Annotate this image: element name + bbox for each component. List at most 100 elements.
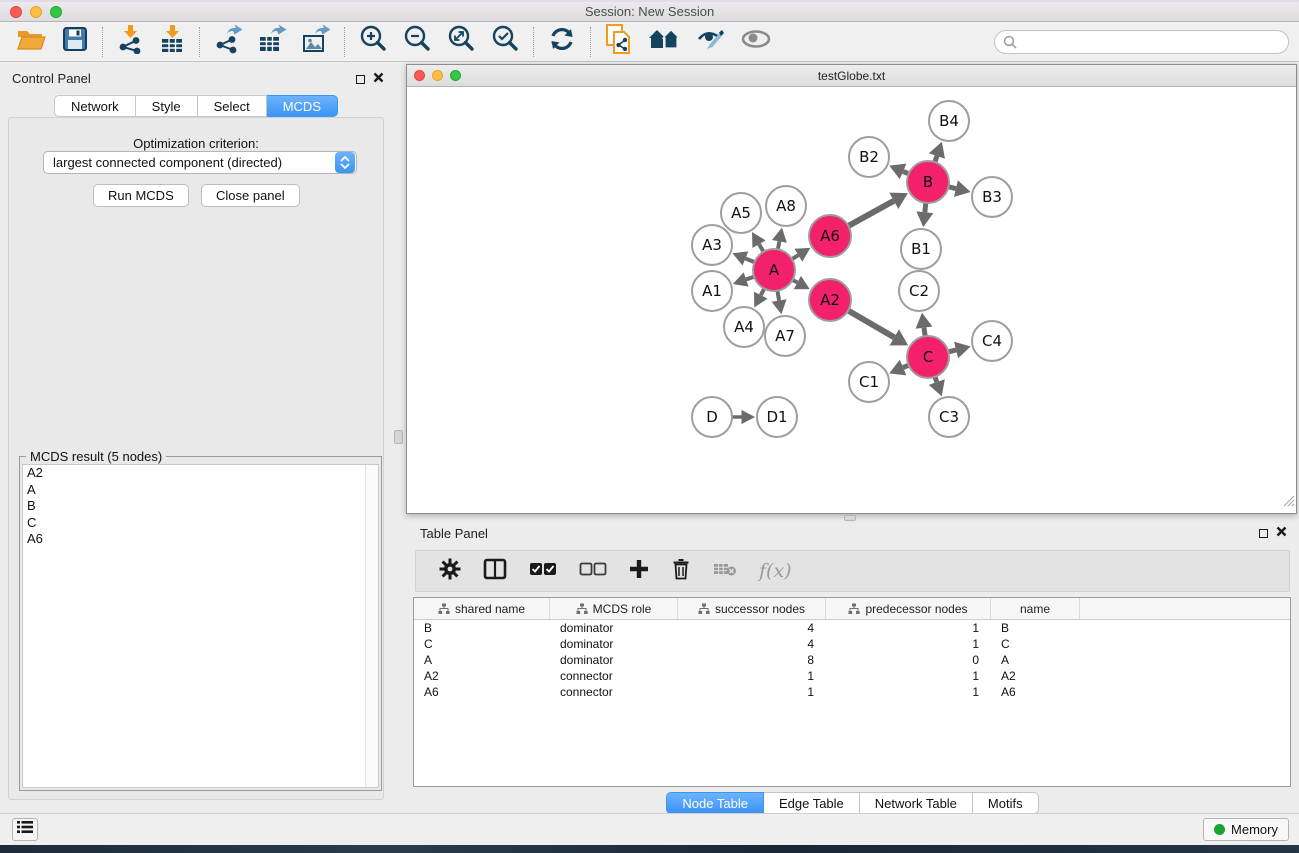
- tab-node-table[interactable]: Node Table: [666, 792, 764, 814]
- attribute-tree-icon: [438, 603, 450, 615]
- float-panel-icon[interactable]: [1259, 529, 1268, 538]
- search-field[interactable]: [994, 30, 1289, 54]
- import-table-icon: [158, 24, 186, 59]
- memory-label: Memory: [1231, 822, 1278, 837]
- column-header-shared-name[interactable]: shared name: [414, 598, 550, 619]
- first-neighbors-button[interactable]: [641, 25, 689, 59]
- table-row[interactable]: Adominator80A: [414, 652, 1290, 668]
- tab-style[interactable]: Style: [136, 95, 198, 117]
- column-header-predecessor-nodes[interactable]: predecessor nodes: [826, 598, 991, 619]
- select-all-columns-button[interactable]: [518, 554, 568, 588]
- panel-splitter-horizontal[interactable]: [406, 514, 1299, 522]
- zoom-selected-icon: [490, 24, 520, 59]
- apply-layout-button[interactable]: [540, 25, 584, 59]
- result-item[interactable]: A2: [23, 465, 378, 482]
- tab-motifs[interactable]: Motifs: [973, 792, 1039, 814]
- delete-column-button[interactable]: [660, 554, 702, 588]
- run-mcds-button[interactable]: Run MCDS: [93, 184, 189, 207]
- task-history-button[interactable]: [12, 818, 38, 841]
- table-header-row: shared nameMCDS rolesuccessor nodesprede…: [414, 598, 1290, 620]
- node-label-A2: A2: [820, 291, 840, 309]
- node-label-B2: B2: [859, 148, 879, 166]
- result-item[interactable]: A6: [23, 531, 378, 548]
- import-table-button[interactable]: [151, 25, 193, 59]
- app-titlebar: Session: New Session: [0, 2, 1299, 22]
- table-row[interactable]: A6connector11A6: [414, 684, 1290, 700]
- export-image-button[interactable]: [294, 25, 338, 59]
- toolbar-separator: [199, 27, 200, 57]
- refresh-layout-icon: [547, 25, 577, 58]
- node-label-A5: A5: [731, 204, 751, 222]
- mcds-result-list[interactable]: A2ABCA6: [22, 464, 379, 788]
- zoom-out-button[interactable]: [395, 25, 439, 59]
- window-resize-grip-icon[interactable]: [1282, 494, 1295, 512]
- splitter-grip-icon[interactable]: [844, 515, 856, 521]
- node-label-B1: B1: [911, 240, 931, 258]
- mcds-result-fieldset: MCDS result (5 nodes) A2ABCA6: [19, 456, 382, 791]
- memory-button[interactable]: Memory: [1203, 818, 1289, 841]
- splitter-grip-icon[interactable]: [394, 430, 403, 444]
- tab-select[interactable]: Select: [198, 95, 267, 117]
- node-label-C3: C3: [939, 408, 959, 426]
- table-cell: 4: [678, 620, 826, 636]
- table-cell: 1: [678, 684, 826, 700]
- node-label-C1: C1: [859, 373, 879, 391]
- result-scrollbar[interactable]: [365, 465, 378, 787]
- network-view-window: testGlobe.txt AA1A2A3A4A5A6A7A8BB1B2B3B4…: [406, 64, 1297, 514]
- criterion-dropdown[interactable]: largest connected component (directed): [43, 151, 357, 174]
- table-row[interactable]: Cdominator41C: [414, 636, 1290, 652]
- import-network-button[interactable]: [109, 25, 151, 59]
- close-panel-button[interactable]: Close panel: [201, 184, 300, 207]
- table-settings-button[interactable]: [428, 554, 472, 588]
- column-header-successor-nodes[interactable]: successor nodes: [678, 598, 826, 619]
- houses-icon: [648, 26, 682, 57]
- gear-icon: [439, 558, 461, 585]
- table-cell: B: [991, 620, 1080, 636]
- zoom-selected-button[interactable]: [483, 25, 527, 59]
- tab-network-table[interactable]: Network Table: [860, 792, 973, 814]
- table-cell: connector: [550, 684, 678, 700]
- column-header-MCDS-role[interactable]: MCDS role: [550, 598, 678, 619]
- tab-mcds[interactable]: MCDS: [267, 95, 338, 117]
- column-header-name[interactable]: name: [991, 598, 1080, 619]
- export-table-button[interactable]: [250, 25, 294, 59]
- table-cell: dominator: [550, 620, 678, 636]
- clone-network-button[interactable]: [597, 25, 641, 59]
- result-item[interactable]: A: [23, 482, 378, 499]
- attribute-tree-icon: [576, 603, 588, 615]
- table-row[interactable]: A2connector11A2: [414, 668, 1290, 684]
- export-table-icon: [257, 24, 287, 59]
- edge-A6-B[interactable]: [847, 201, 894, 227]
- save-session-button[interactable]: [54, 25, 96, 59]
- float-panel-icon[interactable]: [356, 75, 365, 84]
- table-row[interactable]: Bdominator41B: [414, 620, 1290, 636]
- panel-splitter-vertical[interactable]: [392, 62, 406, 813]
- search-input[interactable]: [994, 30, 1289, 54]
- unselect-all-columns-button[interactable]: [568, 554, 618, 588]
- column-label: name: [1020, 602, 1050, 616]
- delete-table-button[interactable]: [702, 554, 748, 588]
- function-builder-button[interactable]: f(x): [748, 554, 803, 588]
- open-session-button[interactable]: [8, 25, 54, 59]
- toolbar-separator: [102, 27, 103, 57]
- result-item[interactable]: B: [23, 498, 378, 515]
- tab-edge-table[interactable]: Edge Table: [764, 792, 860, 814]
- zoom-in-button[interactable]: [351, 25, 395, 59]
- tab-network[interactable]: Network: [54, 95, 136, 117]
- save-floppy-icon: [61, 25, 89, 58]
- close-panel-icon[interactable]: [373, 70, 384, 88]
- create-column-button[interactable]: [618, 554, 660, 588]
- result-item[interactable]: C: [23, 515, 378, 532]
- graphics-details-button[interactable]: [733, 25, 779, 59]
- table-cell: A2: [991, 668, 1080, 684]
- export-network-button[interactable]: [206, 25, 250, 59]
- node-label-C4: C4: [982, 332, 1002, 350]
- show-column-button[interactable]: [472, 554, 518, 588]
- network-canvas[interactable]: AA1A2A3A4A5A6A7A8BB1B2B3B4CC1C2C3C4DD1: [407, 87, 1296, 513]
- edge-A2-C[interactable]: [846, 310, 894, 338]
- table-cell: A: [414, 652, 550, 668]
- network-window-titlebar[interactable]: testGlobe.txt: [407, 65, 1296, 87]
- close-panel-icon[interactable]: [1276, 524, 1287, 542]
- annotation-mode-button[interactable]: [689, 25, 733, 59]
- zoom-fit-button[interactable]: [439, 25, 483, 59]
